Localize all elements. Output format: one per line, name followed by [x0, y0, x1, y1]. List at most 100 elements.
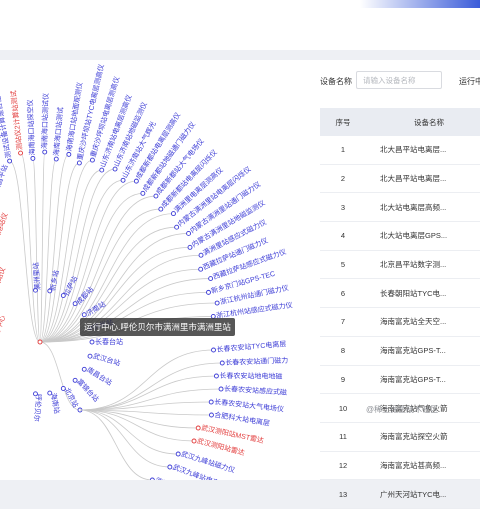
tree-hub-label: 富锦台站: [75, 377, 101, 404]
tree-left-label: 防城港站仪: [0, 211, 10, 247]
table-row[interactable]: 9 海南富克站GPS-T...: [320, 365, 480, 395]
tree-leaf-label: 长春农安站大气电场仪: [214, 397, 285, 414]
device-name-input[interactable]: [356, 71, 442, 89]
device-table: 序号 设备名称 1 北大昌平站电离层... 2 北大昌平站电离层... 3 北大站电离…: [320, 108, 480, 509]
tree-leaf-node[interactable]: [186, 230, 192, 236]
row-device-name: 海南富克站探空火箭: [366, 422, 480, 452]
tree-edge: [20, 152, 41, 343]
tree-leaf-node[interactable]: [206, 289, 211, 295]
station-filter-label: 运行中: [459, 77, 480, 86]
tree-leaf-node[interactable]: [120, 177, 126, 183]
tree-leaf-node[interactable]: [99, 167, 105, 173]
tree-leaf-node[interactable]: [198, 266, 204, 272]
device-panel: 设备名称 运行中 序号 设备名称 1北大昌平站电离层... 2北大昌平站电离层.…: [316, 60, 480, 509]
tree-hub-label: 北京站: [63, 386, 80, 409]
row-index: 10: [320, 393, 366, 423]
row-device-name: 北大站电离层GPS...: [366, 221, 480, 251]
tree-leaf-label: 长春农安站感应式磁: [224, 384, 287, 397]
tree-leaf-label: 海南海口站测试仪: [40, 93, 50, 149]
tree-leaf-node[interactable]: [153, 193, 159, 199]
tree-leaf-node[interactable]: [167, 464, 173, 470]
table-row[interactable]: 3 北大站电离层高频...: [320, 192, 480, 223]
table-row[interactable]: 6 长春朝阳站TYC电...: [320, 278, 480, 309]
tree-edge: [79, 362, 223, 411]
tree-leaf-node[interactable]: [213, 373, 219, 379]
tree-hub-label: 武汉台站: [92, 351, 121, 367]
tree-leaf-label: 长春农安站地电地磁: [219, 371, 282, 381]
tree-leaf-node[interactable]: [208, 276, 214, 282]
device-name-label: 设备名称: [320, 77, 352, 86]
tree-edge: [39, 151, 46, 343]
table-row[interactable]: 1 北大昌平站电离层...: [320, 136, 480, 165]
tree-leaf-node[interactable]: [208, 399, 214, 405]
tree-leaf-node[interactable]: [18, 150, 24, 156]
tree-left-label: 北大昌平站: [0, 163, 10, 199]
table-row[interactable]: 12 海南富克站甚高频...: [320, 451, 480, 481]
table-row[interactable]: 5 北京昌平站数字测...: [320, 250, 480, 280]
tree-hub-node[interactable]: [87, 353, 93, 359]
tree-hub-node[interactable]: [89, 339, 95, 345]
tree-leaf-node[interactable]: [218, 386, 224, 392]
tree-leaf-label: 长春农安站通门磁力: [225, 356, 288, 367]
tree-leaf-node[interactable]: [133, 178, 139, 184]
tree-leaf-node[interactable]: [158, 206, 164, 212]
tree-leaf-node[interactable]: [170, 211, 176, 217]
tree-leaf-node[interactable]: [66, 151, 72, 157]
watermark: @稀土掘金技术社区: [366, 405, 439, 414]
row-index: 2: [320, 164, 366, 194]
tree-leaf-label: 重庆沙坪坝站TYC电离层测高仪: [75, 63, 106, 161]
tree-leaf-node[interactable]: [140, 190, 146, 196]
tree-leaf-node[interactable]: [174, 224, 180, 230]
row-index: 1: [320, 136, 366, 165]
tree-edge: [32, 158, 41, 343]
tree-leaf-node[interactable]: [191, 438, 197, 444]
tree-leaf-node[interactable]: [42, 149, 48, 155]
tree-leaf-node[interactable]: [214, 300, 220, 306]
table-row[interactable]: 8 海南富克站GPS-T...: [320, 336, 480, 366]
tree-leaf-label: 合肥科大站电离层: [214, 410, 271, 428]
tree-leaf-node[interactable]: [219, 360, 225, 366]
tree-edge: [79, 409, 170, 468]
row-index: 4: [320, 221, 366, 251]
tree-left-label: 测试站仪: [0, 266, 7, 295]
header-accent: [360, 0, 480, 8]
row-index: 9: [320, 365, 366, 395]
tree-root-node[interactable]: [37, 339, 43, 345]
column-header-name: 设备名称: [366, 108, 480, 136]
tree-left-label: 运行中心: [0, 314, 7, 343]
tree-edge: [79, 409, 153, 480]
row-index: 6: [320, 278, 366, 309]
tree-leaf-node[interactable]: [53, 156, 59, 162]
row-device-name: 海南富克站甚高频...: [366, 451, 480, 481]
tree-canvas[interactable]: 测试设备计算是否在线测站仪2计算站测试 海南海口站探空仪 海南海口站测试仪 海南海口站…: [0, 60, 316, 480]
tree-leaf-node[interactable]: [76, 160, 82, 166]
tree-hub-label: 呼伦贝尔: [32, 393, 43, 422]
table-row[interactable]: 13 广州天河站TYC电...: [320, 479, 480, 509]
row-index: 13: [320, 479, 366, 509]
tree-leaf-node[interactable]: [208, 412, 214, 418]
tree-chart[interactable]: 测试设备计算是否在线 测站仪2计算站测试 海南海口站探空仪 海南海口站测试仪 海南海口站…: [0, 60, 316, 480]
row-device-name: 海南富克站GPS-T...: [366, 365, 480, 395]
table-row[interactable]: 7 海南富克站全天空...: [320, 307, 480, 337]
tree-hub-label: 新乡站: [48, 269, 61, 291]
tree-leaf-node[interactable]: [175, 451, 181, 457]
row-index: 12: [320, 451, 366, 481]
tree-leaf-node[interactable]: [198, 252, 204, 258]
row-device-name: 广州天河站TYC电...: [366, 479, 480, 509]
tree-leaf-node[interactable]: [30, 155, 36, 161]
table-row[interactable]: 11 海南富克站探空火箭: [320, 422, 480, 452]
tree-leaf-node[interactable]: [195, 425, 201, 431]
table-row[interactable]: 2 北大昌平站电离层...: [320, 164, 480, 194]
tree-leaf-label: 测站仪2计算站测试: [9, 90, 24, 151]
tree-leaf-node[interactable]: [211, 347, 216, 353]
tree-leaf-node[interactable]: [187, 244, 193, 250]
row-index: 8: [320, 336, 366, 366]
tree-leaf-node[interactable]: [7, 158, 13, 164]
tree-leaf-node[interactable]: [89, 157, 95, 163]
row-device-name: 长春朝阳站TYC电...: [366, 278, 480, 309]
tree-leaf-node[interactable]: [112, 166, 118, 172]
node-tooltip: 运行中心.呼伦贝尔市满洲里市满洲里站: [80, 318, 235, 336]
row-device-name: 海南富克站全天空...: [366, 307, 480, 337]
tree-hub-label: 长春台站: [95, 337, 123, 346]
table-row[interactable]: 4 北大站电离层GPS...: [320, 221, 480, 251]
